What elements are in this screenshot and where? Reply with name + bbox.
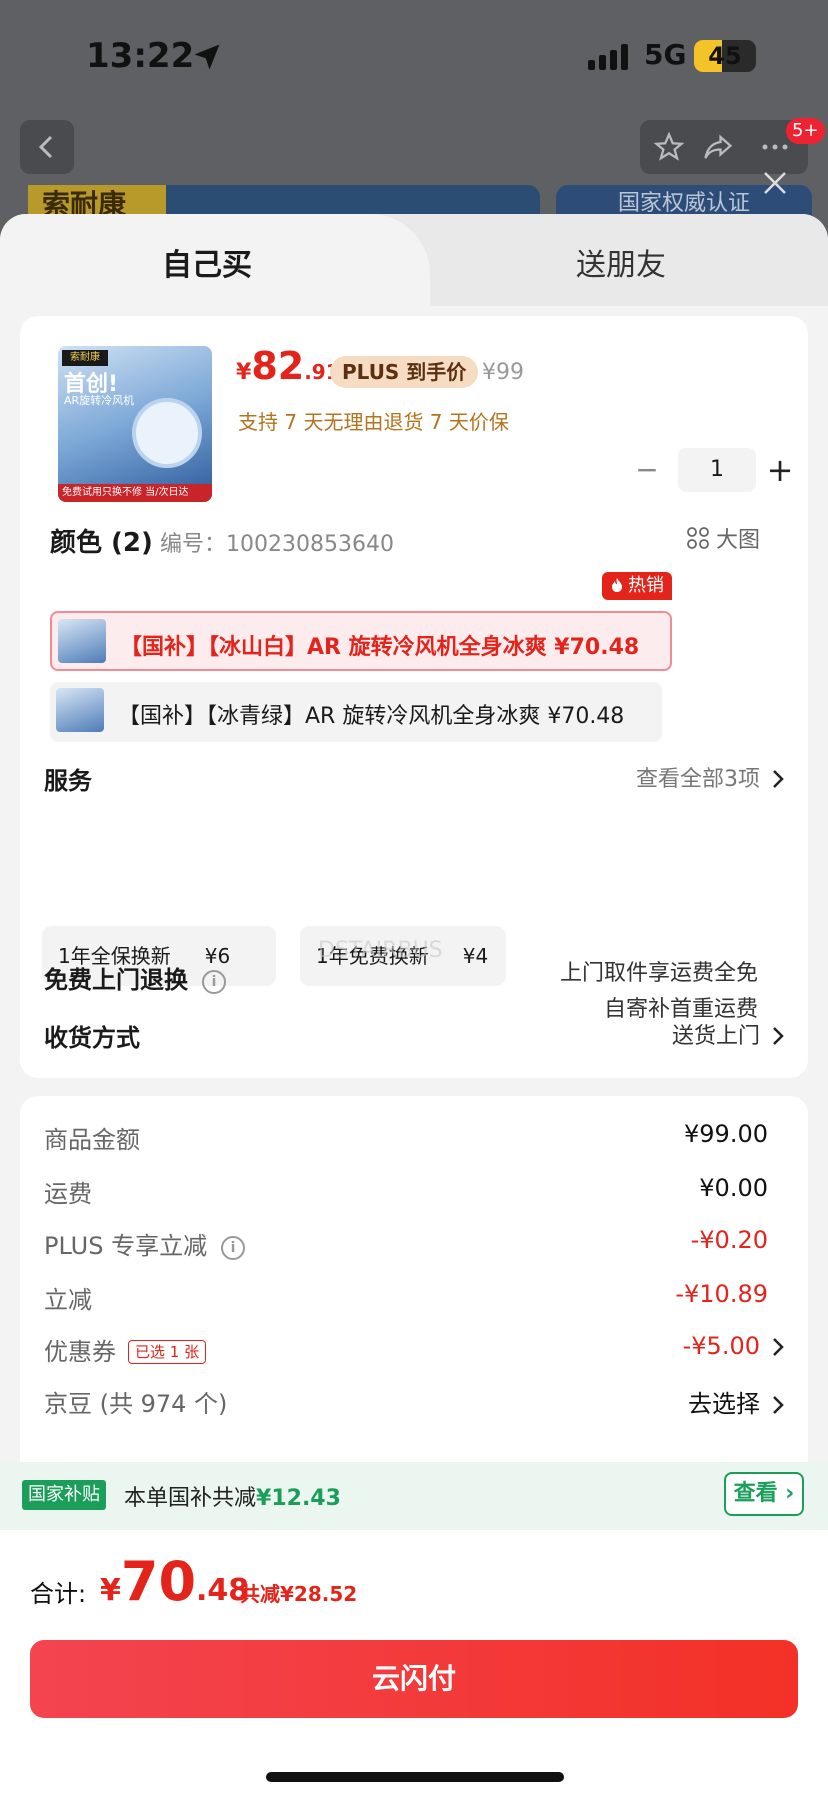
total-label: 合计: xyxy=(30,1580,87,1608)
qty-minus-button[interactable]: − xyxy=(632,452,662,488)
tab-bar: 自己买 送朋友 xyxy=(0,214,828,306)
checkout-footer: 合计: ¥70.48 共减¥28.52 云闪付 xyxy=(0,1530,828,1795)
thumb-footer: 免费试用只换不修 当/次日达 xyxy=(58,484,212,502)
jingdou-select[interactable]: 去选择 xyxy=(688,1384,784,1419)
product-image[interactable]: 索耐康 首创! AR旋转冷风机 免费试用只换不修 当/次日达 xyxy=(58,346,212,502)
hot-sale-badge: 热销 xyxy=(602,572,672,600)
free-return-detail: 上门取件享运费全免 自寄补首重运费 xyxy=(559,961,758,1022)
battery-icon: 45 xyxy=(694,40,756,72)
plus-discount-label: PLUS 专享立减 i xyxy=(44,1226,246,1261)
battery-level: 45 xyxy=(708,42,742,70)
service-title: 服务 xyxy=(44,767,92,795)
coupon-label: 优惠券 已选 1 张 xyxy=(44,1332,207,1367)
qty-plus-button[interactable]: + xyxy=(762,450,798,490)
goods-amount-value: ¥99.00 xyxy=(684,1120,768,1148)
total-price: ¥70.48 xyxy=(100,1550,250,1613)
total-saved: 共减¥28.52 xyxy=(240,1582,358,1606)
product-code: 编号：100230853640 xyxy=(160,532,394,557)
coupon-value[interactable]: -¥5.00 xyxy=(683,1332,784,1360)
flame-icon xyxy=(612,578,622,592)
original-price: ¥99 xyxy=(482,360,524,385)
color-title: 颜色 (2) xyxy=(50,528,153,558)
status-bar: 13:22 5G 45 xyxy=(0,0,828,110)
chevron-right-icon xyxy=(773,770,784,788)
back-button[interactable] xyxy=(20,120,74,174)
tab-send-to-friend[interactable]: 送朋友 xyxy=(576,240,666,284)
home-indicator xyxy=(266,1772,564,1782)
national-subsidy-bar: 国家补贴 本单国补共减¥12.43 查看 › xyxy=(0,1462,828,1530)
thumb-subtitle: AR旋转冷风机 xyxy=(64,394,135,407)
location-arrow-icon xyxy=(194,44,220,70)
variant-option-white[interactable]: 【国补】【冰山白】AR 旋转冷风机全身冰爽 ¥70.48 xyxy=(50,611,672,671)
shipping-value: ¥0.00 xyxy=(699,1174,768,1202)
instant-discount-value: -¥10.89 xyxy=(675,1280,768,1308)
return-policy: 支持 7 天无理由退货 7 天价保 xyxy=(238,410,509,434)
tab-buy-for-self[interactable]: 自己买 xyxy=(162,240,252,284)
fan-graphic xyxy=(132,398,202,468)
goods-amount-label: 商品金额 xyxy=(44,1126,140,1154)
info-icon[interactable]: i xyxy=(221,1236,246,1260)
plus-price-tag: PLUS 到手价 xyxy=(330,356,479,388)
status-time: 13:22 xyxy=(86,36,195,76)
thumb-brand: 索耐康 xyxy=(62,350,108,366)
shipping-label: 运费 xyxy=(44,1180,92,1208)
info-icon[interactable]: i xyxy=(202,970,226,994)
jingdou-label: 京豆 (共 974 个) xyxy=(44,1390,228,1418)
variant-label: 【国补】【冰青绿】AR 旋转冷风机全身冰爽 ¥70.48 xyxy=(118,704,625,729)
big-picture-toggle[interactable]: 大图 xyxy=(686,522,760,554)
share-icon[interactable] xyxy=(702,132,734,162)
more-icon[interactable] xyxy=(760,132,790,162)
subsidy-tag: 国家补贴 xyxy=(22,1480,106,1510)
delivery-label: 收货方式 xyxy=(44,1024,140,1052)
variant-thumb xyxy=(58,619,106,663)
instant-discount-label: 立减 xyxy=(44,1286,92,1314)
variant-thumb xyxy=(56,688,104,732)
chevron-right-icon xyxy=(773,1027,784,1045)
service-view-all[interactable]: 查看全部3项 xyxy=(636,761,784,793)
star-icon[interactable] xyxy=(654,132,684,162)
variant-label: 【国补】【冰山白】AR 旋转冷风机全身冰爽 ¥70.48 xyxy=(120,635,640,660)
chevron-right-icon xyxy=(773,1396,784,1414)
coupon-selected-tag: 已选 1 张 xyxy=(128,1340,207,1364)
signal-icon xyxy=(588,44,628,70)
pay-button[interactable]: 云闪付 xyxy=(30,1640,798,1718)
variant-option-green[interactable]: 【国补】【冰青绿】AR 旋转冷风机全身冰爽 ¥70.48 xyxy=(50,682,662,742)
notification-badge: 5+ xyxy=(786,118,825,144)
purchase-sheet: 自己买 送朋友 索耐康 首创! AR旋转冷风机 免费试用只换不修 当/次日达 ¥… xyxy=(0,214,828,1795)
qty-input[interactable]: 1 xyxy=(678,448,756,492)
watermark: DSTAIRBUS xyxy=(318,938,443,963)
subsidy-text: 本单国补共减¥12.43 xyxy=(124,1486,341,1511)
free-return-label: 免费上门退换 i xyxy=(44,960,226,995)
grid-icon xyxy=(687,527,709,549)
plus-discount-value: -¥0.20 xyxy=(690,1226,768,1254)
subsidy-view-button[interactable]: 查看 › xyxy=(724,1472,804,1516)
chevron-right-icon xyxy=(773,1338,784,1356)
chevron-left-icon xyxy=(38,135,53,159)
close-icon[interactable] xyxy=(762,170,788,196)
network-type: 5G xyxy=(644,38,687,71)
product-price: ¥82.91 xyxy=(236,344,340,388)
top-actions xyxy=(640,120,808,174)
